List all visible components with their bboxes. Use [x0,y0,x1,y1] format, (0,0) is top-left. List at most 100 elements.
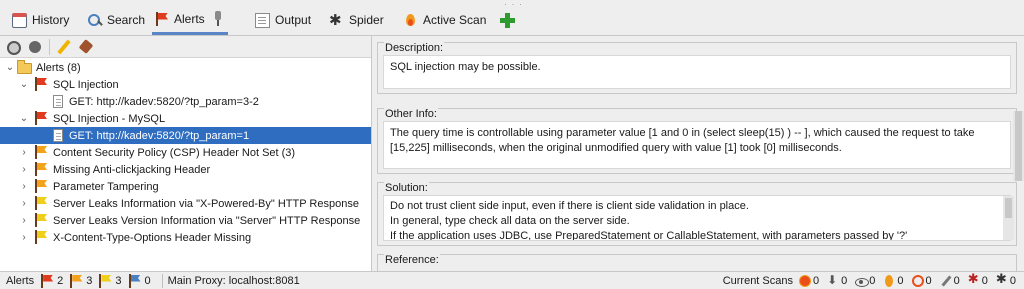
pin-icon[interactable] [210,11,225,26]
collapse-chevron-icon[interactable]: ⌄ [19,79,29,90]
alert-flag-icon [155,11,169,26]
info-alerts-count[interactable]: 0 [128,273,151,288]
solution-text: If the application uses JDBC, use Prepar… [390,230,908,241]
details-scrollbar[interactable] [1013,111,1024,181]
description-text: SQL injection may be possible. [390,61,541,73]
low-risk-flag-icon [98,273,112,288]
target-icon [911,275,924,287]
tree-item-parameter-tampering[interactable]: › Parameter Tampering [0,178,371,195]
alert-details-panel: Description: SQL injection may be possib… [373,36,1024,284]
tree-item-server-version[interactable]: › Server Leaks Version Information via "… [0,212,371,229]
medium-risk-flag-icon [69,273,83,288]
add-tab-button[interactable] [497,6,518,34]
output-icon [255,12,270,28]
tab-search-label: Search [107,13,146,27]
solution-text: Do not trust client side input, even if … [390,200,749,212]
scan-count: 0 [1009,275,1016,287]
plus-icon [500,12,515,28]
tree-item-sql-injection-mysql[interactable]: ⌄ SQL Injection - MySQL [0,110,371,127]
tab-spider[interactable]: Spider [326,6,387,34]
document-icon [53,129,63,142]
medium-risk-flag-icon [34,162,48,176]
tree-root-alerts[interactable]: ⌄ Alerts (8) [0,59,371,76]
tree-item-x-powered-by[interactable]: › Server Leaks Information via "X-Powere… [0,195,371,212]
other-info-text-area[interactable]: The query time is controllable using par… [383,121,1011,169]
ajax-spider-icon [968,272,980,287]
high-risk-flag-icon [34,77,48,91]
alerts-toolbar [0,36,371,58]
flame-icon [403,13,418,28]
other-info-section: Other Info: The query time is controllab… [377,108,1017,174]
tab-search[interactable]: Search [84,6,148,34]
solution-text-area[interactable]: Do not trust client side input, even if … [383,195,1011,241]
main-tab-bar: · · · History Search Alerts Output Spide… [0,0,1024,36]
tab-alerts[interactable]: Alerts [152,5,228,35]
edit-alert-button[interactable] [56,39,72,55]
scan-count: 0 [841,275,848,287]
tree-item-label: Server Leaks Information via "X-Powered-… [53,197,359,210]
tree-item-label: GET: http://kadev:5820/?tp_param=1 [69,129,250,142]
solution-section: Solution: Do not trust client side input… [377,182,1017,246]
medium-alerts-count[interactable]: 3 [69,273,92,288]
expand-chevron-icon[interactable]: › [19,215,29,226]
scan-count: 0 [897,275,904,287]
tab-active-scan[interactable]: Active Scan [400,6,489,34]
tree-item-label: X-Content-Type-Options Header Missing [53,231,252,244]
flame-icon [883,275,895,287]
alerts-summary-label: Alerts [6,274,35,287]
tree-item-label: Server Leaks Version Information via "Se… [53,214,361,227]
scan-count: 0 [869,275,876,287]
tab-history-label: History [32,13,70,27]
solution-scrollbar[interactable] [1003,196,1014,240]
current-scans-label: Current Scans [722,275,793,287]
expand-chevron-icon[interactable]: › [19,232,29,243]
collapse-chevron-icon[interactable]: ⌄ [5,62,15,73]
tree-item-label: SQL Injection [53,78,119,91]
scrollbar-thumb[interactable] [1015,111,1022,181]
filter-button[interactable] [5,39,21,55]
status-divider [161,273,163,288]
scrollbar-thumb[interactable] [1005,198,1012,218]
collapse-chevron-icon[interactable]: ⌄ [19,113,29,124]
tab-alerts-label: Alerts [174,11,205,26]
medium-risk-flag-icon [34,179,48,193]
low-alerts-count[interactable]: 3 [98,273,122,288]
tree-item-label: Missing Anti-clickjacking Header [53,163,211,176]
scope-button[interactable] [27,39,43,55]
expand-chevron-icon[interactable]: › [19,164,29,175]
description-section: Description: SQL injection may be possib… [377,42,1017,94]
tab-output[interactable]: Output [252,6,314,34]
scan-count: 0 [925,275,932,287]
expand-chevron-icon[interactable]: › [19,181,29,192]
document-icon [53,95,63,108]
medium-risk-flag-icon [34,145,48,159]
tab-output-label: Output [275,13,312,27]
spider-icon [996,272,1008,287]
info-risk-flag-icon [128,273,142,288]
tree-item-sql-injection[interactable]: ⌄ SQL Injection [0,76,371,93]
tree-item-request-selected[interactable]: GET: http://kadev:5820/?tp_param=1 [0,127,371,144]
folder-icon [17,60,32,74]
history-icon [12,12,27,28]
other-info-heading: Other Info: [384,108,438,120]
expand-chevron-icon[interactable]: › [19,198,29,209]
tree-item-request[interactable]: GET: http://kadev:5820/?tp_param=3-2 [0,93,371,110]
tab-history[interactable]: History [9,6,72,34]
tab-active-scan-label: Active Scan [423,13,487,27]
tree-item-label: Content Security Policy (CSP) Header Not… [53,146,296,159]
scan-count: 0 [953,275,960,287]
tab-spider-label: Spider [349,13,384,27]
tree-item-label: SQL Injection - MySQL [53,112,166,125]
description-text-area[interactable]: SQL injection may be possible. [383,55,1011,89]
expand-chevron-icon[interactable]: › [19,147,29,158]
main-proxy-text: Main Proxy: localhost:8081 [167,274,300,287]
high-risk-flag-icon [40,273,54,288]
solution-heading: Solution: [384,182,429,194]
delete-alerts-button[interactable] [78,39,94,55]
reference-heading: Reference: [384,254,440,266]
tree-item-anti-clickjacking[interactable]: › Missing Anti-clickjacking Header [0,161,371,178]
toolbar-divider [49,38,50,55]
tree-item-x-content-type[interactable]: › X-Content-Type-Options Header Missing [0,229,371,246]
high-alerts-count[interactable]: 2 [40,273,63,288]
tree-item-csp-header[interactable]: › Content Security Policy (CSP) Header N… [0,144,371,161]
